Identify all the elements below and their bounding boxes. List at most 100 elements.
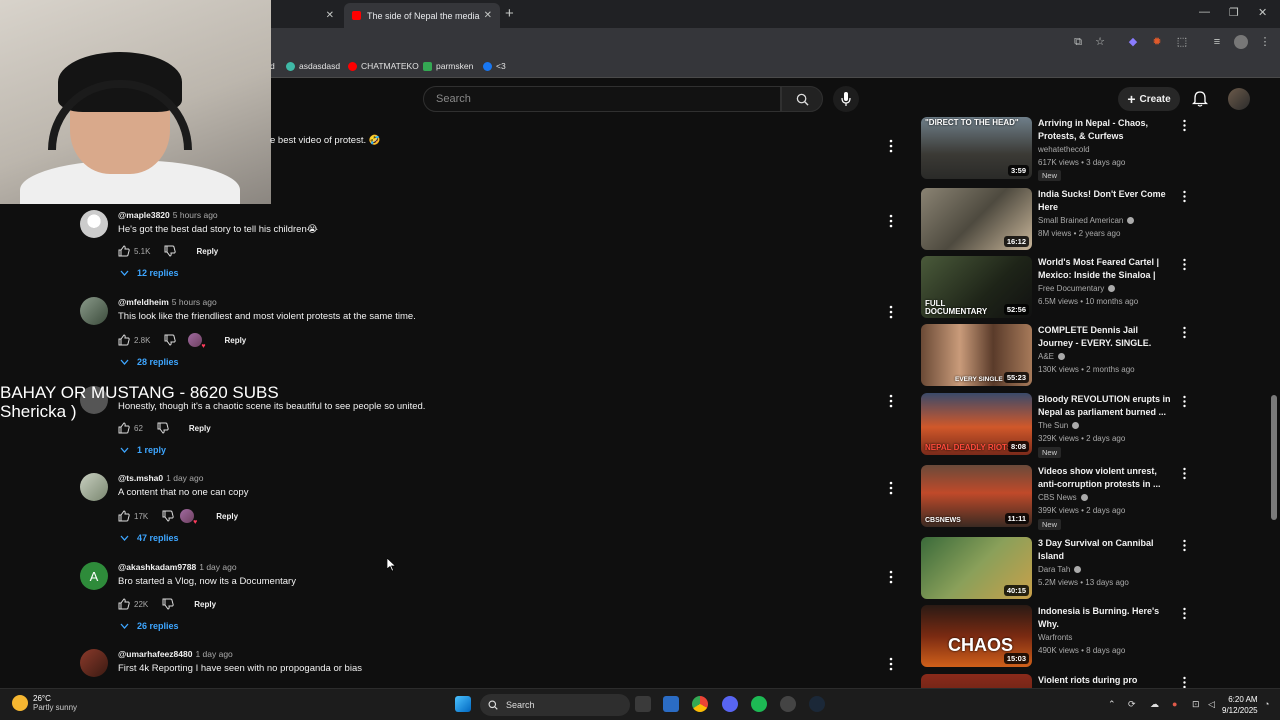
video-title[interactable]: Indonesia is Burning. Here's Why.	[1038, 605, 1173, 630]
dislike-icon[interactable]	[162, 598, 174, 610]
video-menu-icon[interactable]	[1182, 190, 1187, 203]
like-icon[interactable]	[118, 422, 130, 434]
video-channel[interactable]: Small Brained American	[1038, 216, 1135, 225]
video-thumbnail[interactable]: NEPAL DEADLY RIOTS 8:08	[921, 393, 1032, 455]
profile-icon[interactable]	[1234, 35, 1248, 49]
create-button[interactable]: + Create	[1118, 87, 1180, 111]
weather-widget[interactable]: 26°C Partly sunny	[12, 694, 77, 712]
notifications-icon[interactable]: ◔	[1264, 699, 1269, 709]
comment-menu-icon[interactable]	[888, 214, 894, 228]
close-tab-icon[interactable]: ✕	[484, 10, 492, 21]
volume-icon[interactable]: ◁	[1208, 699, 1215, 710]
recommended-video[interactable]: CHAOS 15:03 Indonesia is Burning. Here's…	[921, 605, 1191, 667]
recommended-video[interactable]: 40:15 3 Day Survival on Cannibal Island …	[921, 537, 1191, 599]
tray-chevron-up-icon[interactable]: ⌃	[1108, 699, 1116, 710]
taskbar-clock[interactable]: 6:20 AM 9/12/2025	[1222, 694, 1258, 716]
video-title[interactable]: COMPLETE Dennis Jail Journey - EVERY. SI…	[1038, 324, 1173, 350]
video-thumbnail[interactable]: FULL DOCUMENTARY 52:56	[921, 256, 1032, 318]
comment-avatar[interactable]	[80, 297, 108, 325]
discord-icon[interactable]	[722, 696, 738, 712]
dislike-icon[interactable]	[164, 334, 177, 346]
account-avatar[interactable]	[1228, 88, 1250, 110]
comment-avatar[interactable]	[80, 649, 108, 677]
comment-avatar[interactable]: A	[80, 562, 108, 590]
restore-icon[interactable]: ❐	[1229, 6, 1239, 19]
bookmark-item[interactable]: <3	[483, 61, 506, 71]
recommended-video[interactable]: "DIRECT TO THE HEAD" 3:59 Arriving in Ne…	[921, 117, 1191, 181]
video-channel[interactable]: A&E	[1038, 352, 1066, 361]
dislike-icon[interactable]	[157, 422, 169, 434]
video-channel[interactable]: Warfronts	[1038, 633, 1072, 642]
voice-search-button[interactable]	[833, 86, 859, 112]
recommended-video[interactable]: Violent riots during pro	[921, 674, 1191, 688]
video-thumbnail[interactable]	[921, 674, 1032, 688]
comment-menu-icon[interactable]	[888, 305, 894, 319]
tray-app-icon[interactable]: ⟳	[1128, 699, 1136, 710]
video-channel[interactable]: wehatethecold	[1038, 145, 1090, 154]
video-menu-icon[interactable]	[1182, 539, 1187, 552]
dislike-icon[interactable]	[162, 510, 174, 522]
video-thumbnail[interactable]: "DIRECT TO THE HEAD" 3:59	[921, 117, 1032, 179]
menu-kebab-icon[interactable]: ⋮	[1258, 35, 1272, 49]
video-thumbnail[interactable]: CBSNEWS 11:11	[921, 465, 1032, 527]
search-input[interactable]: Search	[423, 86, 781, 112]
close-tab-icon[interactable]: ✕	[326, 10, 334, 21]
video-thumbnail[interactable]: CHAOS 15:03	[921, 605, 1032, 667]
bookmark-item[interactable]: asdasdasd	[286, 61, 340, 71]
recommended-video[interactable]: NEPAL DEADLY RIOTS 8:08 Bloody REVOLUTIO…	[921, 393, 1191, 458]
video-thumbnail[interactable]: 40:15	[921, 537, 1032, 599]
like-icon[interactable]	[118, 510, 130, 522]
reply-button[interactable]: Reply	[216, 512, 238, 521]
store-icon[interactable]	[663, 696, 679, 712]
comment-author[interactable]: @ts.msha0 1 day ago	[118, 473, 203, 483]
video-title[interactable]: Videos show violent unrest, anti-corrupt…	[1038, 465, 1173, 490]
reply-button[interactable]: Reply	[194, 600, 216, 609]
steam-icon[interactable]	[809, 696, 825, 712]
video-channel[interactable]: Free Documentary	[1038, 284, 1116, 293]
notifications-bell-icon[interactable]	[1192, 91, 1208, 107]
like-icon[interactable]	[118, 245, 130, 257]
video-menu-icon[interactable]	[1182, 119, 1187, 132]
comment-avatar[interactable]	[80, 473, 108, 501]
reply-button[interactable]: Reply	[224, 336, 246, 345]
bookmark-item[interactable]: parmsken	[423, 61, 473, 71]
video-title[interactable]: 3 Day Survival on Cannibal Island	[1038, 537, 1173, 562]
comment-menu-icon[interactable]	[888, 570, 894, 584]
view-replies-button[interactable]: 28 replies	[120, 357, 179, 367]
task-view-icon[interactable]	[635, 696, 651, 712]
video-title[interactable]: Arriving in Nepal - Chaos, Protests, & C…	[1038, 117, 1173, 142]
recommended-video[interactable]: 16:12 India Sucks! Don't Ever Come Here …	[921, 188, 1191, 250]
video-menu-icon[interactable]	[1182, 395, 1187, 408]
extension-icon[interactable]: ◆	[1126, 35, 1140, 49]
comment-menu-icon[interactable]	[888, 657, 894, 671]
chrome-icon[interactable]	[692, 696, 708, 712]
extensions-puzzle-icon[interactable]: ⬚	[1175, 35, 1189, 49]
bookmark-star-icon[interactable]: ☆	[1093, 35, 1107, 49]
browser-tab-active[interactable]: The side of Nepal the media w ✕	[344, 3, 500, 28]
microphone-icon[interactable]: ●	[1172, 699, 1177, 709]
browser-tab-1[interactable]: ✕	[270, 3, 342, 28]
bookmark-item[interactable]: CHATMATEKO	[348, 61, 419, 71]
recommended-video[interactable]: FULL DOCUMENTARY 52:56 World's Most Fear…	[921, 256, 1191, 318]
windows-start-icon[interactable]	[455, 696, 471, 712]
minimize-icon[interactable]: —	[1199, 6, 1210, 18]
dislike-icon[interactable]	[164, 245, 177, 257]
video-menu-icon[interactable]	[1182, 258, 1187, 271]
reading-list-icon[interactable]: ≡	[1210, 35, 1224, 49]
video-menu-icon[interactable]	[1182, 676, 1187, 688]
video-channel[interactable]: CBS News	[1038, 493, 1088, 502]
comment-menu-icon[interactable]	[888, 481, 894, 495]
recommended-video[interactable]: EVERY SINGLE 55:23 COMPLETE Dennis Jail …	[921, 324, 1191, 386]
like-icon[interactable]	[118, 334, 130, 346]
video-channel[interactable]: The Sun	[1038, 421, 1080, 430]
comment-menu-icon[interactable]	[888, 394, 894, 408]
close-window-icon[interactable]: ✕	[1258, 6, 1267, 19]
search-button[interactable]	[781, 86, 823, 112]
app-icon[interactable]	[780, 696, 796, 712]
comment-author[interactable]: @umarhafeez8480 1 day ago	[118, 649, 233, 659]
page-scrollbar[interactable]	[1271, 395, 1277, 520]
video-channel[interactable]: Dara Tah	[1038, 565, 1082, 574]
video-title[interactable]: Bloody REVOLUTION erupts in Nepal as par…	[1038, 393, 1173, 418]
view-replies-button[interactable]: 26 replies	[120, 621, 179, 631]
network-icon[interactable]: ⊡	[1192, 699, 1200, 710]
